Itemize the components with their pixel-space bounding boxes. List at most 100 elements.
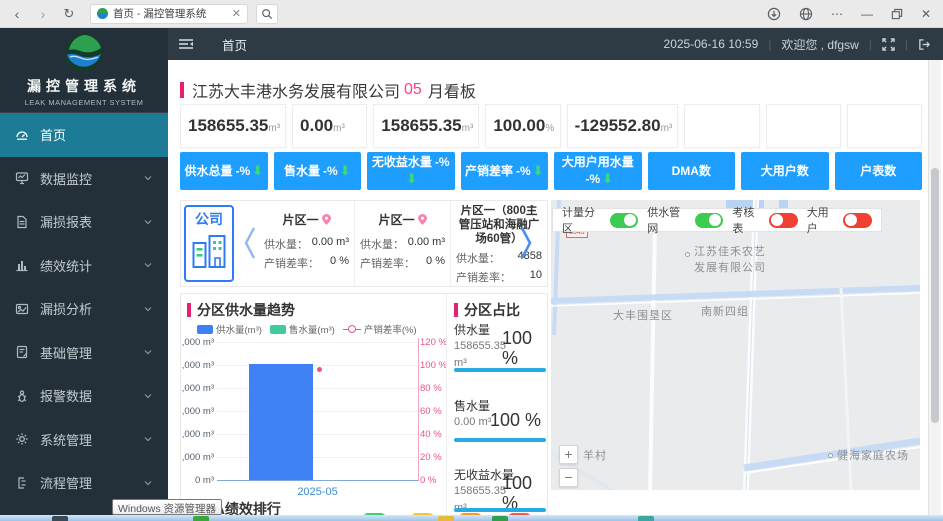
browser-back-icon[interactable]: ‹ — [8, 6, 26, 22]
legend-sale[interactable]: 售水量(m³) — [270, 322, 335, 336]
rate-value: 10 — [530, 269, 542, 285]
toggle-assessment-meter[interactable]: 考核表 — [732, 204, 797, 236]
rate-label: 产销差率： — [456, 269, 511, 285]
sidebar-item-home[interactable]: 首页 — [0, 113, 168, 157]
sidebar-item-leak-analysis[interactable]: 漏损分析 — [0, 287, 168, 331]
non-revenue-button[interactable]: 无收益水量 -% ⬇︎ — [367, 152, 455, 190]
sidebar-item-data-monitor[interactable]: 数据监控 — [0, 157, 168, 201]
report-icon — [15, 215, 29, 229]
kpi-card-meter-count — [847, 104, 922, 148]
sidebar-item-basic-management[interactable]: 基础管理 — [0, 331, 168, 375]
button-label: 供水总量 — [184, 164, 232, 178]
taskbar-icon[interactable] — [492, 516, 508, 521]
toggle-supply-network[interactable]: 供水管网 — [647, 204, 723, 236]
tab-close-icon[interactable]: ✕ — [232, 7, 241, 20]
map-label-area1: 大丰围垦区 — [613, 307, 673, 323]
rate-label: 产销差率： — [360, 255, 415, 271]
district-card[interactable]: 片区一 供水量： 0.00 m³ 产销差率： 0 % — [355, 201, 451, 286]
logout-icon[interactable] — [918, 38, 931, 51]
rate-value: 0 % — [330, 255, 349, 271]
x-axis-tick: 2025-05 — [217, 486, 418, 498]
sidebar-item-process-management[interactable]: 流程管理 — [0, 461, 168, 505]
app-title: 漏控管理系统 — [0, 76, 168, 96]
carousel-prev-icon[interactable] — [243, 225, 257, 261]
company-card[interactable]: 公司 — [184, 205, 234, 282]
map-panel[interactable]: 计量分区 供水管网 考核表 大用户 0343 江苏佳禾农艺发展有 — [551, 200, 920, 490]
window-restore-icon[interactable] — [891, 8, 903, 20]
button-label: DMA数 — [672, 164, 711, 178]
building-icon — [191, 232, 227, 270]
browser-reload-icon[interactable]: ↻ — [60, 6, 78, 22]
toggle-switch-off[interactable] — [769, 213, 798, 228]
welcome-text: 欢迎您 , dfgsw — [781, 36, 858, 53]
download-icon[interactable] — [767, 7, 781, 21]
kpi-card-supply-total: 158655.35m³ — [180, 104, 286, 148]
district-cards: 片区一 供水量： 0.00 m³ 产销差率： 0 % 片区一 — [259, 201, 547, 286]
collapse-menu-icon[interactable] — [178, 37, 194, 51]
title-accent-bar — [180, 82, 184, 98]
sale-volume-button[interactable]: 售水量 -% ⬇︎ — [274, 152, 362, 190]
large-user-button[interactable]: 大用户用水量 -% ⬇︎ — [554, 152, 642, 190]
browser-search-button[interactable] — [256, 4, 278, 24]
separator: | — [905, 37, 908, 51]
dma-count-button[interactable]: DMA数 — [648, 152, 736, 190]
trend-chart-title: 分区供水量趋势 — [187, 300, 295, 320]
toggle-switch-on[interactable] — [610, 213, 639, 228]
sidebar-item-leak-report[interactable]: 漏损报表 — [0, 200, 168, 244]
breadcrumb[interactable]: 首页 — [222, 35, 247, 54]
window-minimize-icon[interactable]: — — [861, 7, 873, 21]
app-subtitle: LEAK MANAGEMENT SYSTEM — [0, 98, 168, 107]
map-pin-icon — [322, 214, 331, 225]
y-axis-label: 0 m³ — [181, 475, 214, 486]
map-zoom-out-button[interactable]: − — [559, 468, 578, 487]
scrollbar-track[interactable] — [928, 60, 941, 521]
meter-count-button[interactable]: 户表数 — [835, 152, 923, 190]
y2-axis-label: 60 % — [420, 406, 446, 417]
rate-point[interactable] — [317, 367, 322, 372]
browser-tab[interactable]: 首页 - 漏控管理系统 ✕ — [90, 4, 248, 24]
legend-supply[interactable]: 供水量(m³) — [197, 322, 262, 336]
x-axis-line — [217, 480, 418, 481]
toggle-switch-on[interactable] — [695, 213, 724, 228]
sidebar-item-alarm-data[interactable]: 报警数据 — [0, 374, 168, 418]
sidebar-item-performance-stats[interactable]: 绩效统计 — [0, 244, 168, 288]
legend-line-marker — [343, 325, 361, 334]
taskbar-icon[interactable] — [638, 516, 654, 521]
sidebar-item-system-management[interactable]: 系统管理 — [0, 418, 168, 462]
kpi-card-large-user: -129552.80m³ — [567, 104, 679, 148]
y-axis-label: ,000 m³ — [181, 406, 214, 417]
kpi-value: -129552.80 — [575, 116, 661, 135]
y2-axis-label: 20 % — [420, 452, 446, 463]
chart-legend: 供水量(m³) 售水量(m³) 产销差率(%) — [197, 322, 417, 336]
y-axis-label: ,000 m³ — [181, 452, 214, 463]
large-user-count-button[interactable]: 大用户数 — [741, 152, 829, 190]
legend-rate[interactable]: 产销差率(%) — [343, 322, 417, 336]
map-zoom-in-button[interactable]: + — [559, 445, 578, 464]
taskbar-icon[interactable] — [193, 516, 209, 521]
globe-icon[interactable] — [799, 7, 813, 21]
ratio-item-supply: 供水量 158655.35 m³ 100 % — [454, 321, 544, 371]
sidebar-item-label: 绩效统计 — [40, 256, 92, 275]
trend-chart-panel: 分区供水量趋势 供水量(m³) 售水量(m³) 产销差率(%) — [181, 294, 447, 521]
separator: | — [768, 37, 771, 51]
sidebar-menu: 首页 数据监控 漏损报表 — [0, 113, 168, 521]
ratio-progress-bar — [454, 438, 546, 442]
taskbar-icon[interactable] — [52, 516, 68, 521]
nrw-rate-button[interactable]: 产销差率 -% ⬇︎ — [461, 152, 549, 190]
browser-forward-icon[interactable]: › — [34, 6, 52, 22]
fullscreen-icon[interactable] — [882, 38, 895, 51]
kpi-card-nrw-rate: 100.00% — [485, 104, 560, 148]
supply-bar[interactable] — [249, 364, 313, 480]
toggle-large-user[interactable]: 大用户 — [807, 204, 872, 236]
supply-label: 供水量： — [264, 236, 308, 252]
app-topbar: 首页 2025-06-16 10:59 | 欢迎您 , dfgsw | | — [168, 28, 943, 60]
taskbar-icon[interactable] — [438, 516, 454, 521]
carousel-next-icon[interactable] — [519, 225, 533, 261]
toggle-metering-zone[interactable]: 计量分区 — [562, 204, 638, 236]
browser-menu-icon[interactable]: ⋯ — [831, 7, 843, 21]
window-close-icon[interactable]: ✕ — [921, 7, 931, 21]
supply-total-button[interactable]: 供水总量 -% ⬇︎ — [180, 152, 268, 190]
scrollbar-thumb[interactable] — [931, 168, 939, 423]
district-card[interactable]: 片区一 供水量： 0.00 m³ 产销差率： 0 % — [259, 201, 355, 286]
toggle-switch-off[interactable] — [843, 213, 872, 228]
